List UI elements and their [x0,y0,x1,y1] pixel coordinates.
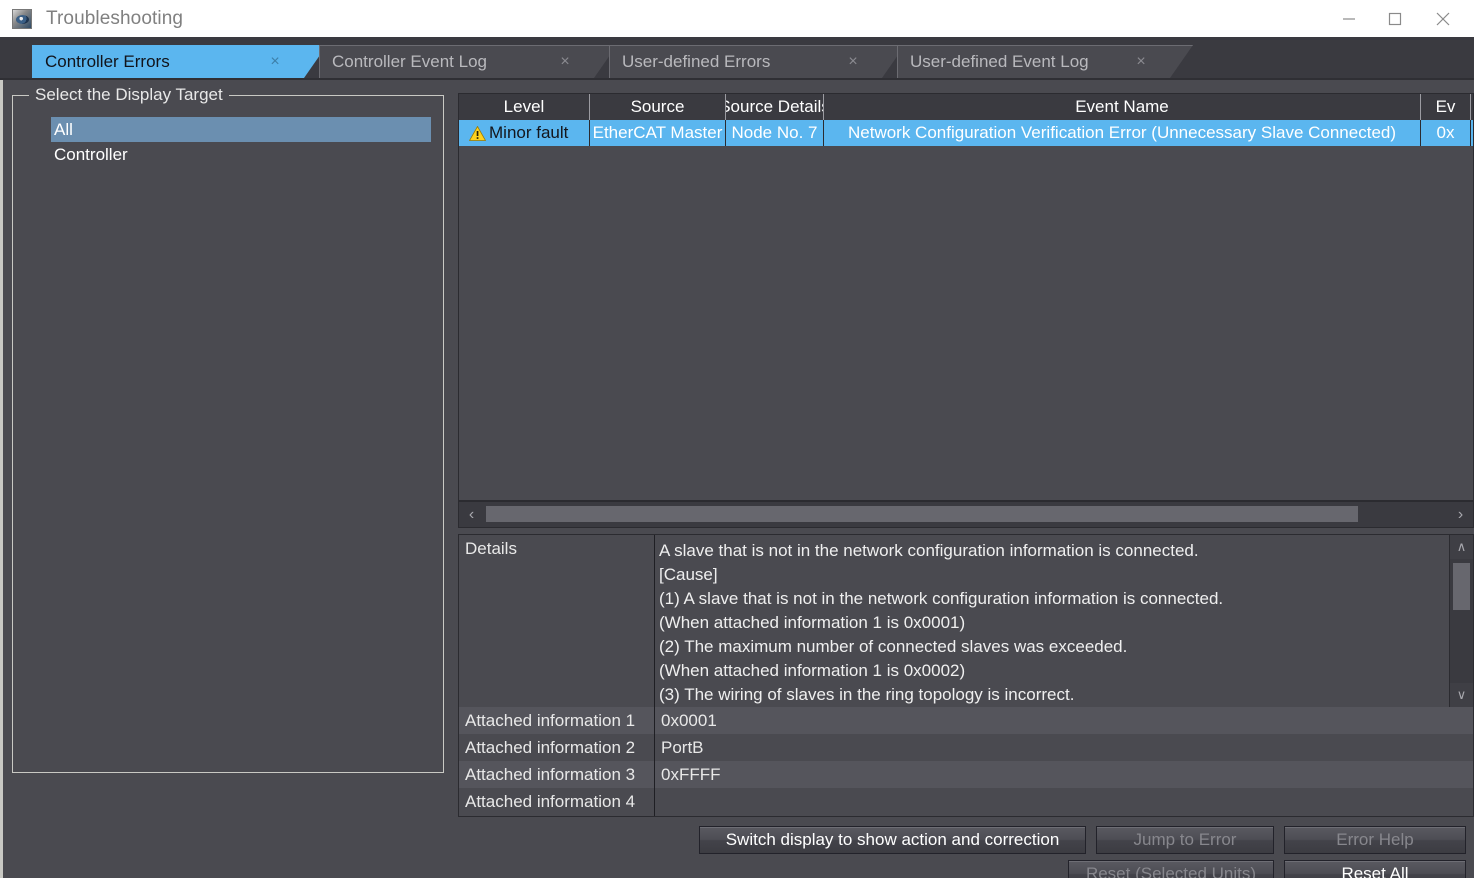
attached-value-3: 0xFFFF [655,761,1473,788]
details-line: [Cause] [659,563,1473,587]
details-label: Details [459,535,654,707]
details-text-area[interactable]: A slave that is not in the network confi… [655,535,1473,707]
display-target-title: Select the Display Target [29,85,229,105]
table-row[interactable]: Minor fault EtherCAT Master Node No. 7 N… [459,120,1473,146]
tab-controller-event-log[interactable]: Controller Event Log × [319,45,594,78]
details-line: (When attached information 1 is 0x0002) [659,659,1473,683]
error-help-button[interactable]: Error Help [1284,826,1466,854]
display-target-list[interactable]: All Controller [51,117,431,167]
tab-user-defined-errors[interactable]: User-defined Errors × [609,45,882,78]
display-target-item-label: All [54,120,73,140]
scroll-up-arrow-icon[interactable]: ∧ [1450,535,1473,559]
details-panel: Details Attached information 1 Attached … [458,534,1474,817]
switch-display-button[interactable]: Switch display to show action and correc… [699,826,1086,854]
display-target-item-all[interactable]: All [51,117,431,142]
details-vertical-scrollbar[interactable]: ∧ ∨ [1449,535,1473,707]
event-table: Level Source Source Details Event Name E… [458,93,1474,501]
tab-close-icon[interactable]: × [268,54,282,70]
column-header-source-details[interactable]: Source Details [726,94,824,120]
app-icon [12,9,32,29]
column-header-event-code[interactable]: Ev [1421,94,1471,120]
tab-strip: Controller Errors × Controller Event Log… [0,37,1474,80]
cell-event-code: 0x [1421,120,1471,146]
attached-label-3: Attached information 3 [459,761,654,788]
reset-selected-units-button[interactable]: Reset (Selected Units) [1068,860,1274,878]
details-line: (1) A slave that is not in the network c… [659,587,1473,611]
details-label-column: Details Attached information 1 Attached … [459,535,655,816]
details-line: (2) The maximum number of connected slav… [659,635,1473,659]
tab-controller-errors[interactable]: Controller Errors × [32,45,304,78]
event-table-horizontal-scrollbar[interactable]: ‹ › [458,501,1474,528]
close-button[interactable] [1420,0,1466,37]
details-line: (When attached information 1 is 0x0001) [659,611,1473,635]
reset-all-button[interactable]: Reset All [1284,860,1466,878]
tab-label: Controller Event Log [332,52,487,72]
window-titlebar: Troubleshooting [0,0,1474,37]
display-target-groupbox: Select the Display Target All Controller [12,95,444,773]
tab-close-icon[interactable]: × [846,54,860,70]
scroll-right-arrow-icon[interactable]: › [1448,502,1473,527]
column-header-source[interactable]: Source [590,94,726,120]
window-body: Select the Display Target All Controller… [0,80,1474,878]
close-icon [1435,11,1451,27]
tab-user-defined-event-log[interactable]: User-defined Event Log × [897,45,1170,78]
column-header-level[interactable]: Level [459,94,590,120]
cell-level-text: Minor fault [489,123,568,143]
attached-label-1: Attached information 1 [459,707,654,734]
attached-label-2: Attached information 2 [459,734,654,761]
tab-close-icon[interactable]: × [1134,54,1148,70]
maximize-button[interactable] [1372,0,1418,37]
display-target-item-controller[interactable]: Controller [51,142,431,167]
attached-value-1: 0x0001 [655,707,1473,734]
jump-to-error-button[interactable]: Jump to Error [1096,826,1274,854]
tab-label: User-defined Errors [622,52,770,72]
tab-label: Controller Errors [45,52,170,72]
right-pane: Level Source Source Details Event Name E… [458,80,1474,878]
cell-level: Minor fault [459,120,590,146]
column-header-event-name[interactable]: Event Name [824,94,1421,120]
warning-triangle-icon [469,126,486,141]
details-line: (3) The wiring of slaves in the ring top… [659,683,1473,707]
tab-close-icon[interactable]: × [558,54,572,70]
scroll-down-arrow-icon[interactable]: ∨ [1450,683,1473,707]
vscroll-thumb[interactable] [1453,563,1470,610]
attached-value-4 [655,788,1473,815]
attached-value-2: PortB [655,734,1473,761]
minimize-icon [1342,12,1356,26]
display-target-item-label: Controller [54,145,128,165]
hscroll-thumb[interactable] [486,506,1358,522]
scroll-left-arrow-icon[interactable]: ‹ [459,502,484,527]
button-bar: Switch display to show action and correc… [458,825,1474,878]
hscroll-track[interactable] [484,502,1448,527]
details-value-column: A slave that is not in the network confi… [655,535,1473,816]
details-line: A slave that is not in the network confi… [659,539,1473,563]
table-header-row: Level Source Source Details Event Name E… [459,94,1473,120]
tab-label: User-defined Event Log [910,52,1089,72]
attached-label-4: Attached information 4 [459,788,654,815]
cell-source-details: Node No. 7 [726,120,824,146]
window-title: Troubleshooting [46,8,183,30]
cell-event-name: Network Configuration Verification Error… [824,120,1421,146]
cell-source: EtherCAT Master [590,120,726,146]
minimize-button[interactable] [1326,0,1372,37]
maximize-icon [1388,12,1402,26]
